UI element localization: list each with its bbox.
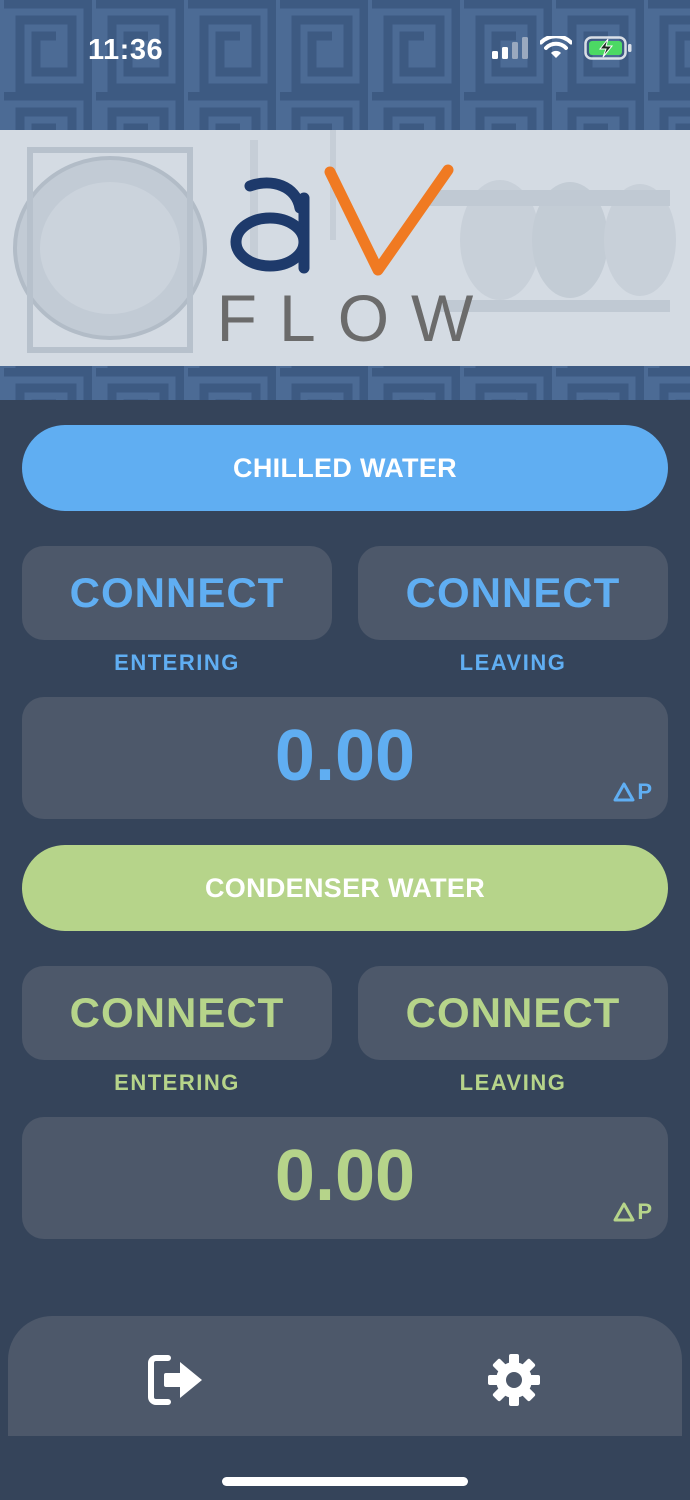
wifi-icon [540,36,572,58]
logout-icon[interactable] [146,1350,206,1410]
chilled-water-header[interactable]: CHILLED WATER [22,425,668,511]
chilled-delta-p-unit: P [613,779,652,805]
status-time: 11:36 [88,34,164,66]
chilled-delta-p-card: 0.00 P [22,697,668,819]
chilled-leaving-label: LEAVING [459,650,567,675]
condenser-entering-label: ENTERING [114,1070,240,1095]
chilled-delta-p-value: 0.00 [274,716,416,796]
status-icons [492,36,632,60]
condenser-leaving-label: LEAVING [459,1070,567,1095]
home-indicator[interactable] [222,1477,468,1486]
chilled-leaving-connect-button[interactable]: CONNECT [358,546,668,640]
cellular-signal-icon [492,37,528,59]
av-logo-mark [230,164,454,276]
gear-icon[interactable] [484,1350,544,1410]
logo-wordmark: FLOW [216,281,496,355]
condenser-leaving-connect-button[interactable]: CONNECT [358,966,668,1060]
condenser-delta-p-card: 0.00 P [22,1117,668,1239]
condenser-delta-p-unit: P [613,1199,652,1225]
condenser-unit-label: P [637,1199,652,1224]
delta-icon [613,782,635,802]
bottom-tab-bar [8,1316,682,1436]
chilled-unit-label: P [637,779,652,804]
status-bar: 11:36 [0,0,690,100]
condenser-entering-connect-button[interactable]: CONNECT [22,966,332,1060]
chilled-entering-label: ENTERING [114,650,240,675]
delta-icon [613,1202,635,1222]
chilled-entering-connect-button[interactable]: CONNECT [22,546,332,640]
condenser-delta-p-value: 0.00 [274,1136,416,1216]
battery-charging-icon [584,36,632,60]
condenser-water-header[interactable]: CONDENSER WATER [22,845,668,931]
